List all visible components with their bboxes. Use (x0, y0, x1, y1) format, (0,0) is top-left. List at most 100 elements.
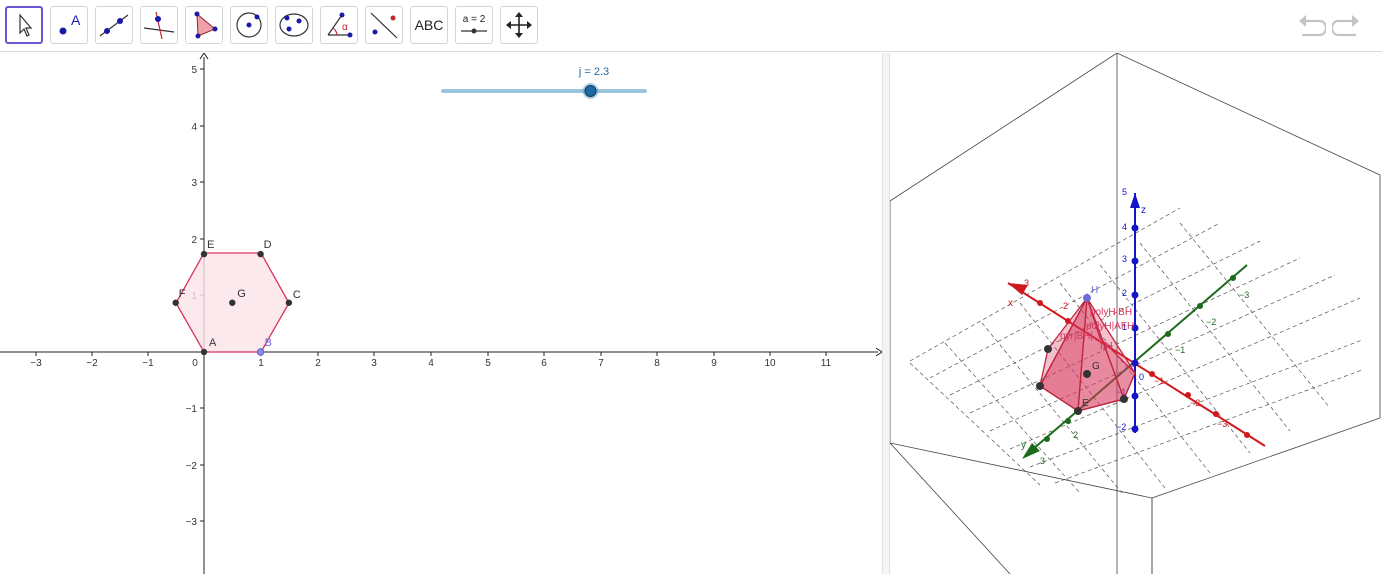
x-tick-label: 7 (598, 358, 604, 369)
undo-button[interactable] (1296, 12, 1328, 40)
x-tick-label: −2 (86, 358, 98, 369)
face-label: polyH|AFH (1086, 321, 1134, 332)
move-graphics-view-icon (506, 12, 532, 38)
point-G-3d[interactable] (1083, 370, 1091, 378)
angle-tool-label: α (342, 22, 348, 33)
circle-tool-button[interactable] (230, 6, 268, 44)
text-tool-button[interactable]: ABC (410, 6, 448, 44)
point-3d[interactable] (1120, 395, 1128, 403)
reflect-tool-button[interactable] (365, 6, 403, 44)
graphics-2d-canvas[interactable]: −3 −2 −1 0 1 2 3 4 5 6 7 8 9 10 11 1 2 3 (0, 53, 882, 574)
y-tick-label: 4 (191, 122, 197, 133)
polygon-icon (194, 11, 218, 39)
slider-icon: a = 2 (461, 14, 487, 34)
point-label-C: C (293, 289, 301, 301)
y-tick-label: 5 (191, 65, 197, 76)
graphics-view-2d[interactable]: −3 −2 −1 0 1 2 3 4 5 6 7 8 9 10 11 1 2 3 (0, 53, 882, 574)
x-tick-label: 3 (371, 358, 377, 369)
point-label-G: G (237, 288, 246, 300)
x-tick-label-3d: 3 (1024, 278, 1029, 288)
graphics-view-3d[interactable]: x y z 5 4 3 2 1 0 −1 −2 3 2 −1 −2 −3 −3 … (890, 53, 1382, 574)
slider-tool-label: a = 2 (463, 14, 486, 25)
move-graphics-view-button[interactable] (500, 6, 538, 44)
point-E[interactable] (200, 250, 208, 258)
x-tick-marks (35, 352, 827, 356)
point-label-D: D (264, 239, 272, 251)
perpendicular-line-icon (143, 11, 175, 40)
point-label-H: H (1091, 285, 1098, 296)
polygon-tool-button[interactable] (185, 6, 223, 44)
graphics-3d-canvas[interactable]: x y z 5 4 3 2 1 0 −1 −2 3 2 −1 −2 −3 −3 … (890, 53, 1382, 574)
conic-icon (279, 13, 309, 37)
point-3d[interactable] (1036, 382, 1044, 390)
pyramid[interactable]: H G E polyH|BH polyH|AFH pyr|BH| f|H (1036, 285, 1136, 415)
line-tool-button[interactable] (95, 6, 133, 44)
point-label-E: E (1082, 398, 1089, 409)
x-tick-label-3d: 2 (1063, 301, 1068, 311)
y-tick-label: −2 (186, 461, 198, 472)
y-tick-label-3d: −1 (1175, 345, 1185, 355)
redo-button[interactable] (1330, 12, 1362, 40)
point-H-3d[interactable] (1083, 294, 1091, 302)
x-tick-label: 1 (258, 358, 264, 369)
z-tick-label: 3 (1122, 254, 1127, 264)
point-A[interactable] (200, 348, 208, 356)
undo-icon (1299, 15, 1328, 37)
face-label: pyr|BH| (1060, 331, 1093, 342)
slider-tool-button[interactable]: a = 2 (455, 6, 493, 44)
y-tick-label-3d: −3 (1239, 290, 1249, 300)
z-tick-label: 2 (1122, 288, 1127, 298)
x-tick-label: −3 (30, 358, 42, 369)
x-axis-ticks: −3 −2 −1 0 1 2 3 4 5 6 7 8 9 10 11 (30, 358, 831, 369)
redo-icon (1330, 15, 1359, 37)
z-tick-label: 5 (1122, 187, 1127, 197)
perpendicular-tool-button[interactable] (140, 6, 178, 44)
x-tick-label: −1 (142, 358, 154, 369)
point-3d[interactable] (1044, 345, 1052, 353)
x-tick-label-3d: −2 (1190, 398, 1200, 408)
y-tick-label: −1 (186, 404, 198, 415)
x-tick-label: 9 (711, 358, 717, 369)
y-tick-label: 3 (191, 178, 197, 189)
toolbar: A α ABC a = 2 (0, 0, 1382, 52)
point-C[interactable] (285, 299, 293, 306)
x-tick-label: 4 (428, 358, 434, 369)
point-D[interactable] (257, 250, 264, 258)
slider-j[interactable]: j = 2.3 (441, 66, 647, 99)
x-tick-label-3d: −3 (1217, 419, 1227, 429)
x-tick-label: 8 (654, 358, 660, 369)
text-tool-label: ABC (414, 17, 444, 33)
slider-knob[interactable] (584, 85, 597, 97)
line-icon (99, 14, 129, 37)
point-label-G: G (1092, 361, 1100, 372)
x-tick-label: 2 (315, 358, 321, 369)
y-axis-label-3d: y (1021, 440, 1026, 451)
point-label-B: B (265, 337, 272, 349)
y-tick-label-3d: 2 (1073, 430, 1078, 440)
move-cursor-icon (19, 13, 33, 37)
reflect-icon (370, 12, 398, 39)
point-G[interactable] (229, 299, 236, 306)
x-tick-label: 11 (821, 358, 832, 369)
face-label: f|H (1100, 341, 1113, 352)
circle-center-point-icon (236, 12, 262, 38)
face-label: polyH|BH (1090, 307, 1132, 318)
x-tick-label: 0 (192, 358, 198, 369)
point-B[interactable] (256, 348, 265, 356)
x-tick-label: 6 (541, 358, 547, 369)
point-label-A: A (209, 337, 217, 349)
angle-tool-button[interactable]: α (320, 6, 358, 44)
move-tool-button[interactable] (5, 6, 43, 44)
view-divider[interactable] (882, 53, 890, 574)
x-tick-label: 10 (764, 358, 776, 369)
point-E-3d[interactable] (1074, 407, 1082, 415)
point-label-E: E (207, 239, 214, 251)
point-label-F: F (179, 288, 186, 300)
y-tick-label-3d: 3 (1040, 456, 1045, 466)
conic-tool-button[interactable] (275, 6, 313, 44)
point-F[interactable] (172, 299, 179, 306)
point-tool-label: A (71, 12, 81, 28)
point-tool-button[interactable]: A (50, 6, 88, 44)
z-tick-label: −2 (1116, 422, 1126, 432)
y-tick-label-3d: −2 (1206, 317, 1216, 327)
